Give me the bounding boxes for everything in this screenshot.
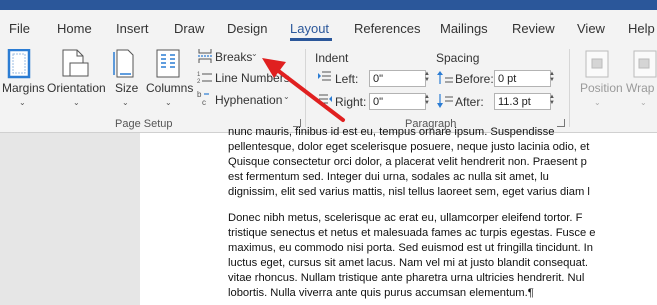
annotation-arrow-icon	[262, 58, 345, 122]
